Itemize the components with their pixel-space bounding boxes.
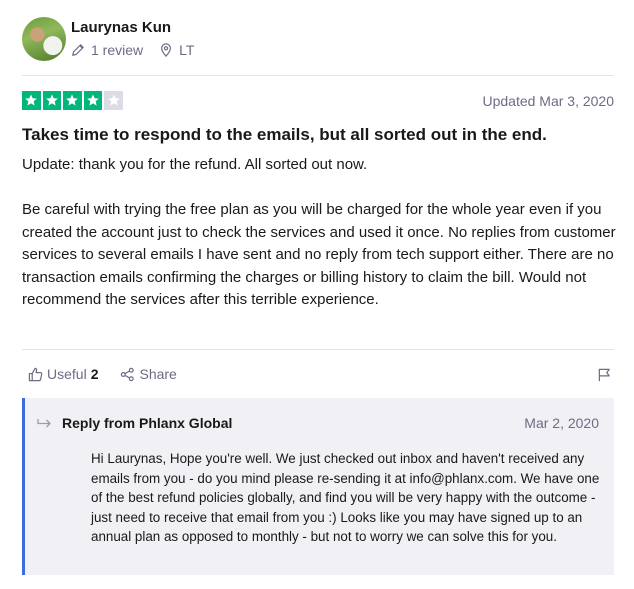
review-count: 1 review (71, 42, 143, 58)
star-rating (22, 91, 123, 110)
reviewer-name[interactable]: Laurynas Kun (71, 19, 171, 36)
reply-from: Reply from Phlanx Global (62, 415, 233, 431)
location-pin-icon (159, 43, 173, 57)
reply-date: Mar 2, 2020 (524, 415, 599, 431)
star-icon (22, 91, 41, 110)
useful-label: Useful (47, 366, 87, 382)
star-icon (42, 91, 62, 110)
flag-icon[interactable] (597, 367, 612, 382)
review-body: Update: thank you for the refund. All so… (22, 154, 618, 334)
company-reply: Reply from Phlanx Global Mar 2, 2020 Hi … (22, 398, 614, 575)
reviewer-meta: 1 review LT (71, 42, 210, 58)
avatar[interactable] (22, 17, 66, 61)
reviewer-location: LT (159, 42, 194, 58)
header-divider (22, 75, 614, 76)
star-icon (104, 91, 123, 110)
star-icon (63, 91, 82, 110)
thumbs-up-icon (28, 367, 43, 382)
review-actions: Useful 2 Share (28, 366, 199, 382)
reply-arrow-icon (37, 417, 53, 431)
reply-text: Hi Laurynas, Hope you're well. We just c… (91, 451, 600, 544)
pencil-icon (71, 43, 85, 57)
share-icon (120, 367, 135, 382)
review-date: Updated Mar 3, 2020 (482, 93, 614, 109)
share-button[interactable]: Share (120, 366, 177, 382)
useful-button[interactable]: Useful 2 (28, 366, 98, 382)
share-label: Share (139, 366, 177, 382)
country-label: LT (179, 42, 195, 58)
review-paragraph: Be careful with trying the free plan as … (22, 201, 616, 308)
review-paragraph: Update: thank you for the refund. All so… (22, 156, 368, 173)
star-icon (83, 91, 103, 110)
review-count-label: 1 review (91, 42, 144, 58)
actions-divider (22, 349, 614, 350)
review-title[interactable]: Takes time to respond to the emails, but… (22, 125, 547, 145)
useful-count: 2 (90, 366, 99, 382)
